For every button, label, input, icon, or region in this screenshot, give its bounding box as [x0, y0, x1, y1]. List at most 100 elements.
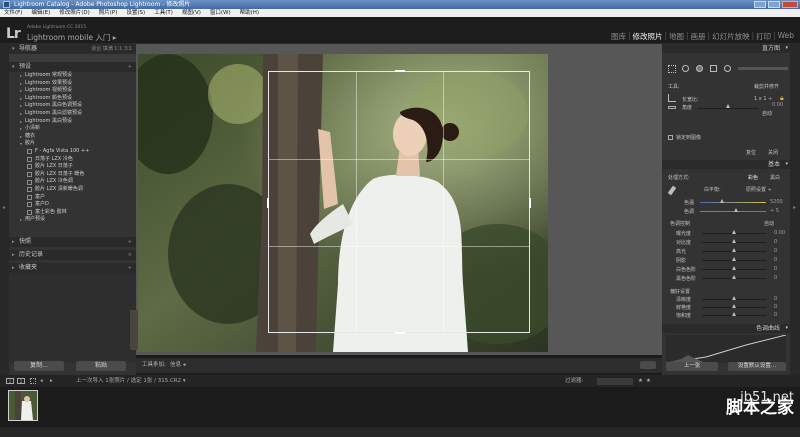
collections-header[interactable]: ▸ 收藏夹 + [9, 263, 136, 273]
white-balance-picker-icon[interactable] [667, 185, 677, 196]
navigator-preview[interactable] [9, 54, 136, 62]
back-arrow-icon[interactable]: ◂ [40, 375, 43, 387]
module-print[interactable]: 打印 [756, 31, 771, 42]
crop-tool-icon[interactable] [668, 65, 676, 73]
slider-knob[interactable] [732, 296, 736, 300]
maximize-button[interactable] [768, 1, 780, 8]
rating-star-icon[interactable]: ★ [638, 375, 643, 387]
module-slideshow[interactable]: 幻灯片放映 [712, 31, 750, 42]
close-button[interactable] [782, 1, 798, 8]
preset-item[interactable]: ▸ Lightroom 视频预设 [9, 87, 136, 95]
module-develop[interactable]: 修改照片 [632, 31, 662, 42]
right-panel-toggle[interactable]: ▸ [790, 44, 800, 375]
basic-header[interactable]: 基本 ▾ [662, 160, 790, 169]
menu-develop[interactable]: 修改照片(D) [59, 9, 90, 17]
module-book[interactable]: 画册 [691, 31, 706, 42]
preset-item[interactable]: ▸ Lightroom 黑白色调预设 [9, 102, 136, 110]
crop-handle-left[interactable] [267, 198, 269, 208]
reset-defaults-button[interactable]: 设置默认设置... [728, 362, 786, 371]
preset-item[interactable]: F - Agfa Vista 100 ++ [9, 148, 136, 156]
menu-settings[interactable]: 设置(S) [126, 9, 145, 17]
tone-curve-header[interactable]: 色调曲线 ▾ [662, 324, 790, 333]
add-preset-icon[interactable]: + [128, 62, 132, 72]
preset-item[interactable]: ▾ 胶片 [9, 140, 136, 148]
previous-button[interactable]: 上一张 [666, 362, 718, 371]
slider-knob[interactable] [732, 304, 736, 308]
histogram-header[interactable]: 直方图 ▾ [662, 44, 790, 53]
history-header[interactable]: ▸ 历史记录 × [9, 250, 136, 260]
temp-slider-knob[interactable] [720, 199, 724, 203]
crop-frame-icon[interactable] [668, 94, 676, 102]
spot-removal-icon[interactable] [682, 65, 689, 72]
menu-edit[interactable]: 编辑(E) [31, 9, 50, 17]
collapsed-triangle-icon[interactable]: ▸ [17, 133, 25, 141]
collapsed-triangle-icon[interactable]: ▸ [17, 95, 25, 103]
crop-reset-button[interactable]: 复位 [746, 149, 756, 156]
crop-handle-bottom[interactable] [395, 332, 405, 334]
rating-star-icon[interactable]: ★ [646, 375, 651, 387]
graduated-filter-icon[interactable] [710, 65, 717, 72]
menu-window[interactable]: 窗口(W) [210, 9, 231, 17]
crop-handle-right[interactable] [529, 198, 531, 208]
collapsed-triangle-icon[interactable]: ▸ [17, 216, 25, 224]
slider-knob[interactable] [732, 230, 736, 234]
crop-close-button[interactable]: 关闭 [768, 149, 778, 156]
menu-photo[interactable]: 照片(P) [99, 9, 118, 17]
navigator-header[interactable]: ▾ 导航器 适合 填满 1:1 3:1 [9, 44, 136, 54]
adjustment-brush-icon[interactable] [738, 67, 788, 70]
slider-knob[interactable] [732, 266, 736, 270]
preset-item[interactable]: 日落子 LZX 冷色 [9, 156, 136, 164]
toolbar-end-button[interactable] [640, 361, 656, 369]
menu-help[interactable]: 帮助(H) [240, 9, 259, 17]
treatment-bw[interactable]: 黑白 [770, 174, 780, 181]
expanded-triangle-icon[interactable]: ▾ [17, 140, 25, 148]
snapshots-header[interactable]: ▸ 快照 + [9, 237, 136, 247]
radial-filter-icon[interactable] [724, 65, 731, 72]
filmstrip-source[interactable]: 上一次导入 1张照片 / 选定 1张 / 315.CR2 ▾ [76, 375, 186, 387]
bottom-panel-toggle[interactable] [0, 427, 800, 437]
wb-select[interactable]: 原照设置 ÷ [746, 186, 772, 193]
collapsed-triangle-icon[interactable]: ▸ [17, 87, 25, 95]
preset-item[interactable]: 富户D [9, 201, 136, 209]
slider-knob[interactable] [732, 312, 736, 316]
tint-slider[interactable] [700, 211, 766, 212]
screen-2-icon[interactable]: 2 [17, 378, 25, 384]
preset-item[interactable]: ▸ 用户预设 [9, 216, 136, 224]
collapsed-triangle-icon[interactable]: ▸ [17, 110, 25, 118]
forward-arrow-icon[interactable]: ▸ [50, 375, 53, 387]
left-panel-toggle[interactable]: ◂ [0, 44, 9, 375]
tone-auto-button[interactable]: 自动 [764, 220, 774, 227]
filter-dropdown[interactable] [597, 378, 633, 385]
module-map[interactable]: 地图 [669, 31, 684, 42]
preset-item[interactable]: 胶片 LZX 冷色调 [9, 178, 136, 186]
grid-view-icon[interactable] [30, 378, 36, 384]
tint-slider-knob[interactable] [734, 208, 738, 212]
red-eye-icon[interactable] [696, 65, 703, 72]
menu-view[interactable]: 视图(V) [182, 9, 201, 17]
menu-file[interactable]: 文件(F) [4, 9, 22, 17]
screen-1-icon[interactable]: 1 [6, 378, 14, 384]
module-web[interactable]: Web [778, 31, 794, 42]
add-snapshot-icon[interactable]: + [128, 237, 132, 247]
temp-slider[interactable] [700, 202, 766, 203]
angle-slider[interactable] [698, 108, 758, 109]
collapsed-triangle-icon[interactable]: ▸ [17, 118, 25, 126]
slider-knob[interactable] [732, 239, 736, 243]
minimize-button[interactable] [754, 1, 766, 8]
constrain-checkbox[interactable] [668, 135, 673, 140]
copy-button[interactable]: 复制... [14, 361, 64, 371]
slider-knob[interactable] [732, 275, 736, 279]
auto-button[interactable]: 自动 [762, 110, 772, 117]
preset-item[interactable]: 富户 [9, 194, 136, 202]
slider-knob[interactable] [732, 248, 736, 252]
presets-header[interactable]: ▾ 预设 + [9, 62, 136, 72]
crop-overlay[interactable] [267, 70, 531, 334]
filmstrip-thumbnail[interactable] [8, 390, 38, 421]
aspect-select[interactable]: 1 x 1 ÷ [754, 96, 772, 102]
tone-curve-graph[interactable] [666, 335, 786, 363]
paste-button[interactable]: 粘贴 [76, 361, 126, 371]
collapsed-triangle-icon[interactable]: ▸ [17, 102, 25, 110]
preset-item[interactable]: 胶片 LZX 日落子 [9, 163, 136, 171]
crop-handle-top[interactable] [395, 70, 405, 72]
preset-item[interactable]: ▸ Lightroom 常规预设 [9, 72, 136, 80]
